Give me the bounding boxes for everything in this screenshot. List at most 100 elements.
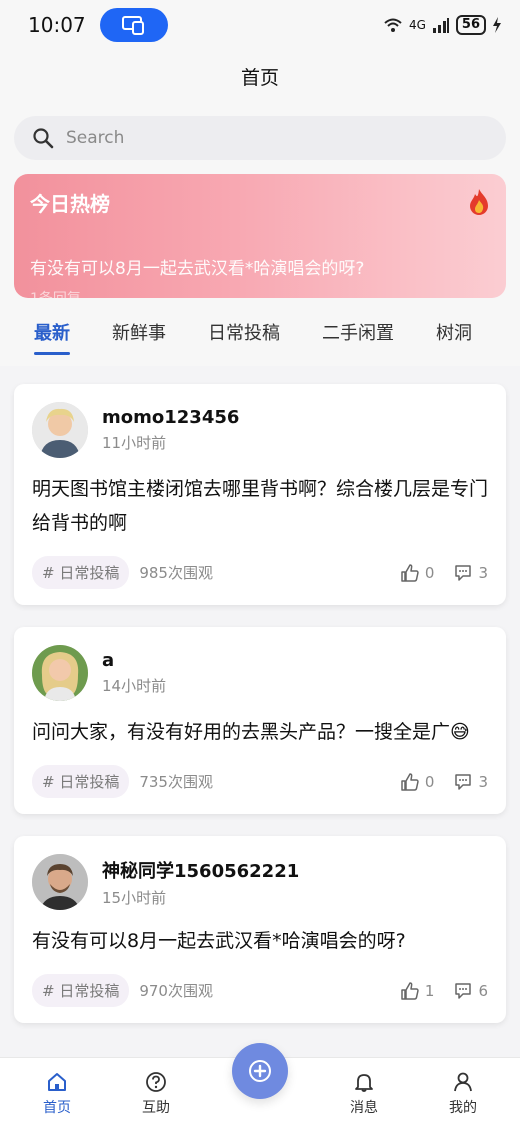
flame-icon bbox=[470, 189, 488, 215]
post-tag[interactable]: # 日常投稿 bbox=[32, 974, 130, 1007]
author-info: momo123456 11小时前 bbox=[102, 407, 239, 453]
post-footer: # 日常投稿 985次围观 0 3 bbox=[32, 556, 488, 589]
comment-count: 3 bbox=[478, 563, 488, 582]
plus-circle-icon bbox=[249, 1060, 271, 1082]
wifi-icon bbox=[384, 18, 402, 32]
avatar[interactable] bbox=[32, 854, 88, 910]
question-icon bbox=[146, 1072, 166, 1092]
like-count: 0 bbox=[424, 772, 435, 791]
nav-messages[interactable]: 消息 bbox=[329, 1071, 399, 1117]
post-actions: 1 6 bbox=[401, 982, 488, 1000]
post-time: 11小时前 bbox=[102, 434, 167, 452]
author-name[interactable]: 神秘同学1560562221 bbox=[102, 857, 299, 883]
author-name[interactable]: momo123456 bbox=[102, 407, 239, 428]
nav-help[interactable]: 互助 bbox=[121, 1071, 191, 1117]
post-author: momo123456 11小时前 bbox=[32, 402, 488, 458]
home-icon bbox=[48, 1073, 66, 1091]
avatar[interactable] bbox=[32, 402, 88, 458]
post-feed: momo123456 11小时前 明天图书馆主楼闭馆去哪里背书啊？综合楼几层是专… bbox=[0, 366, 520, 1023]
author-name[interactable]: a bbox=[102, 650, 166, 671]
like-button[interactable]: 0 bbox=[401, 772, 435, 791]
screen-cast-icon bbox=[121, 16, 144, 35]
status-left: 10:07 bbox=[28, 8, 168, 42]
screen-share-pill[interactable] bbox=[99, 8, 168, 42]
comment-icon bbox=[455, 982, 472, 999]
like-button[interactable]: 1 bbox=[401, 981, 435, 1000]
create-post-button[interactable] bbox=[232, 1043, 288, 1099]
bell-icon bbox=[355, 1074, 373, 1092]
hot-headline: 有没有可以8月一起去武汉看*哈演唱会的呀? bbox=[30, 259, 365, 279]
search-placeholder: Search bbox=[66, 128, 125, 148]
post-meta: # 日常投稿 970次围观 bbox=[32, 974, 213, 1007]
comment-button[interactable]: 3 bbox=[454, 773, 488, 791]
post-content[interactable]: 明天图书馆主楼闭馆去哪里背书啊？综合楼几层是专门给背书的啊 bbox=[32, 472, 488, 540]
post-meta: # 日常投稿 985次围观 bbox=[32, 556, 213, 589]
post-actions: 0 3 bbox=[401, 773, 488, 791]
like-count: 1 bbox=[424, 981, 435, 1000]
battery-indicator: 56 bbox=[455, 15, 486, 35]
comment-count: 6 bbox=[478, 981, 488, 1000]
user-icon bbox=[454, 1072, 472, 1092]
post-author: a 14小时前 bbox=[32, 645, 488, 701]
post-card[interactable]: a 14小时前 问问大家，有没有好用的去黑头产品？一搜全是广😅 # 日常投稿 7… bbox=[14, 627, 506, 814]
status-time: 10:07 bbox=[28, 13, 86, 37]
avatar-image bbox=[32, 854, 88, 910]
nav-mine-label: 我的 bbox=[449, 1100, 477, 1116]
view-count: 985次围观 bbox=[139, 564, 213, 582]
tab-tree-hole[interactable]: 树洞 bbox=[436, 319, 472, 345]
nav-mine[interactable]: 我的 bbox=[428, 1071, 498, 1117]
bottom-nav: 首页 互助 消息 我的 bbox=[0, 1043, 520, 1127]
author-info: 神秘同学1560562221 15小时前 bbox=[102, 857, 299, 908]
search-icon bbox=[33, 128, 54, 149]
hot-banner-title: 今日热榜 bbox=[30, 192, 110, 216]
thumbs-up-icon bbox=[401, 981, 419, 1000]
nav-home-label: 首页 bbox=[43, 1100, 71, 1116]
comment-button[interactable]: 3 bbox=[454, 564, 488, 582]
hot-banner-container: 今日热榜 有没有可以8月一起去武汉看*哈演唱会的呀? 1条回复 bbox=[0, 172, 520, 298]
status-bar: 10:07 4G 56 bbox=[0, 0, 520, 50]
page-title: 首页 bbox=[0, 50, 520, 102]
thumbs-up-icon bbox=[401, 563, 419, 582]
nav-help-label: 互助 bbox=[142, 1100, 170, 1116]
view-count: 970次围观 bbox=[139, 982, 213, 1000]
tab-latest[interactable]: 最新 bbox=[34, 319, 70, 355]
post-meta: # 日常投稿 735次围观 bbox=[32, 765, 213, 798]
tab-second-hand[interactable]: 二手闲置 bbox=[322, 319, 394, 345]
search-container: Search bbox=[0, 102, 520, 172]
comment-icon bbox=[455, 564, 472, 581]
signal-icon bbox=[432, 18, 449, 33]
like-button[interactable]: 0 bbox=[401, 563, 435, 582]
post-time: 14小时前 bbox=[102, 677, 167, 695]
hot-reply-count: 1条回复 bbox=[30, 288, 81, 298]
nav-home[interactable]: 首页 bbox=[22, 1071, 92, 1117]
avatar-image bbox=[32, 645, 88, 701]
category-tabs: 最新 新鲜事 日常投稿 二手闲置 树洞 bbox=[0, 298, 520, 366]
author-info: a 14小时前 bbox=[102, 650, 166, 696]
post-card[interactable]: momo123456 11小时前 明天图书馆主楼闭馆去哪里背书啊？综合楼几层是专… bbox=[14, 384, 506, 605]
post-tag[interactable]: # 日常投稿 bbox=[32, 765, 130, 798]
comment-button[interactable]: 6 bbox=[454, 982, 488, 1000]
charging-icon bbox=[493, 17, 501, 33]
comment-icon bbox=[455, 773, 472, 790]
post-tag[interactable]: # 日常投稿 bbox=[32, 556, 130, 589]
post-content[interactable]: 有没有可以8月一起去武汉看*哈演唱会的呀? bbox=[32, 924, 488, 958]
tab-news[interactable]: 新鲜事 bbox=[112, 319, 166, 345]
like-count: 0 bbox=[424, 563, 435, 582]
avatar[interactable] bbox=[32, 645, 88, 701]
search-input[interactable]: Search bbox=[14, 116, 506, 160]
view-count: 735次围观 bbox=[139, 773, 213, 791]
post-author: 神秘同学1560562221 15小时前 bbox=[32, 854, 488, 910]
post-content[interactable]: 问问大家，有没有好用的去黑头产品？一搜全是广😅 bbox=[32, 715, 488, 749]
post-time: 15小时前 bbox=[102, 888, 167, 907]
hot-banner[interactable]: 今日热榜 有没有可以8月一起去武汉看*哈演唱会的呀? 1条回复 bbox=[14, 174, 506, 298]
thumbs-up-icon bbox=[401, 772, 419, 791]
nav-messages-label: 消息 bbox=[350, 1100, 378, 1116]
avatar-image bbox=[32, 402, 88, 458]
post-footer: # 日常投稿 970次围观 1 6 bbox=[32, 974, 488, 1007]
post-card[interactable]: 神秘同学1560562221 15小时前 有没有可以8月一起去武汉看*哈演唱会的… bbox=[14, 836, 506, 1023]
post-footer: # 日常投稿 735次围观 0 3 bbox=[32, 765, 488, 798]
status-right: 4G 56 bbox=[383, 15, 502, 35]
post-actions: 0 3 bbox=[401, 564, 488, 582]
network-type: 4G bbox=[408, 18, 426, 32]
tab-daily-posts[interactable]: 日常投稿 bbox=[208, 319, 280, 345]
